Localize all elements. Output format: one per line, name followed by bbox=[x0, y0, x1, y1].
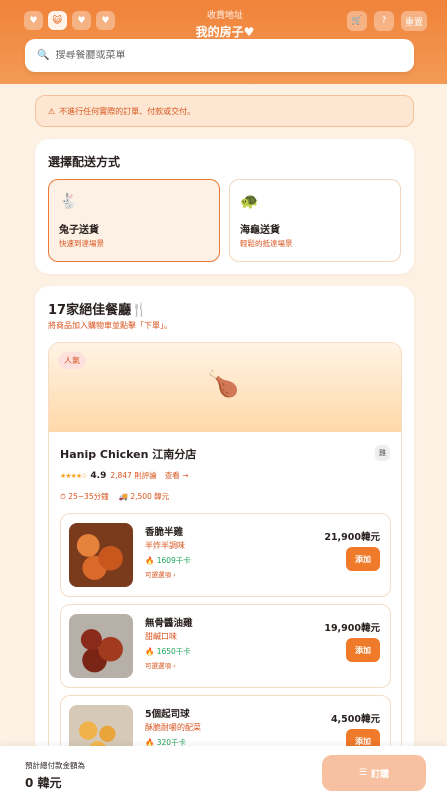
restaurant-hero: 人氣 🍗 bbox=[49, 343, 401, 432]
category-tag: 雞 bbox=[375, 445, 390, 461]
order-label: 訂購 bbox=[371, 769, 390, 780]
restaurant-section: 17家絕佳餐廳🍴 將商品加入購物車並點擊「下單」。 人氣 🍗 Hanip Chi… bbox=[35, 286, 414, 756]
rating-value: 4.9 bbox=[90, 470, 107, 481]
notice-banner: ⚠ 不進行任何實際的訂單、付款或交付。 bbox=[35, 95, 414, 127]
menu-item-desc: 甜鹹口味 bbox=[145, 632, 177, 641]
paw-icon[interactable]: ♥ bbox=[96, 11, 115, 30]
cat-icon[interactable]: 😺 bbox=[48, 11, 67, 30]
search-input[interactable] bbox=[55, 50, 376, 61]
delivery-option-turtle[interactable]: 🐢 海龜送貨 輕鬆的抵達場景 bbox=[229, 179, 401, 262]
delivery-address[interactable]: 收貨地址 我的房子♥ bbox=[150, 8, 300, 40]
order-button[interactable]: ☰ 訂購 bbox=[322, 755, 426, 791]
option-desc: 快速到達場景 bbox=[59, 239, 104, 248]
menu-item: 無骨醬油雞 甜鹹口味 🔥 1650千卡 可選選項 › 19,900韓元 添加 bbox=[60, 604, 391, 688]
delivery-fee: 🚚 2,500 韓元 bbox=[118, 492, 170, 501]
help-icon[interactable]: ? bbox=[373, 11, 394, 31]
heart-icon[interactable]: ♥ bbox=[24, 11, 43, 30]
menu-item-price: 4,500韓元 bbox=[330, 714, 380, 725]
address-title: 我的房子♥ bbox=[195, 25, 255, 39]
notice-text: 不進行任何實際的訂單、付款或交付。 bbox=[59, 106, 196, 116]
delivery-section: 選擇配送方式 🐇 兔子送貨 快速到達場景 🐢 海龜送貨 輕鬆的抵達場景 bbox=[35, 139, 414, 274]
restaurant-card[interactable]: 人氣 🍗 Hanip Chicken 江南分店 雞 ★★★★☆ 4.9 2,84… bbox=[48, 342, 402, 756]
option-name: 海龜送貨 bbox=[240, 225, 280, 236]
search-bar[interactable]: 🔍 bbox=[25, 39, 414, 72]
theme-icon-group: ♥ 😺 ♥ ♥ bbox=[24, 11, 115, 30]
menu-item: 香脆半雞 半炸半調味 🔥 1609千卡 可選選項 › 21,900韓元 添加 bbox=[60, 513, 391, 597]
menu-item-name: 香脆半雞 bbox=[145, 527, 184, 538]
menu-item-desc: 半炸半調味 bbox=[145, 541, 185, 550]
menu-item-price: 19,900韓元 bbox=[324, 623, 380, 634]
menu-item-kcal: 🔥 1609千卡 bbox=[145, 556, 191, 565]
restaurant-section-title: 17家絕佳餐廳🍴 bbox=[48, 303, 148, 318]
menu-item-options-link[interactable]: 可選選項 › bbox=[145, 569, 176, 579]
add-button[interactable]: 添加 bbox=[346, 547, 380, 571]
menu-item-image bbox=[69, 523, 133, 587]
menu-item-name: 無骨醬油雞 bbox=[145, 618, 193, 629]
star-icon: ★★★★☆ bbox=[60, 471, 87, 480]
checkout-bar: 預計總付款金額為 0 韓元 ☰ 訂購 bbox=[0, 746, 447, 800]
option-desc: 輕鬆的抵達場景 bbox=[240, 239, 293, 248]
total-amount: 0 韓元 bbox=[25, 776, 62, 790]
header-actions: 🛒 ? 重置 bbox=[346, 11, 427, 31]
menu-item-name: 5個起司球 bbox=[145, 709, 190, 720]
list-icon: ☰ bbox=[358, 768, 368, 778]
warning-icon: ⚠ bbox=[48, 106, 56, 116]
rating-row: ★★★★☆ 4.9 2,847 則評論 查看 → bbox=[60, 470, 188, 481]
cart-icon[interactable]: 🛒 bbox=[346, 11, 367, 31]
menu-item-kcal: 🔥 1650千卡 bbox=[145, 647, 191, 656]
search-icon: 🔍 bbox=[37, 50, 50, 61]
drumstick-icon: 🍗 bbox=[207, 369, 240, 399]
turtle-icon: 🐢 bbox=[240, 192, 259, 210]
option-name: 兔子送貨 bbox=[59, 225, 99, 236]
menu-item-image bbox=[69, 614, 133, 678]
menu-item-options-link[interactable]: 可選選項 › bbox=[145, 660, 176, 670]
delivery-time: ⏱ 25~35分鐘 bbox=[60, 492, 109, 501]
delivery-meta: ⏱ 25~35分鐘 🚚 2,500 韓元 bbox=[60, 491, 169, 502]
delivery-title: 選擇配送方式 bbox=[48, 155, 121, 169]
reset-button[interactable]: 重置 bbox=[400, 11, 427, 31]
review-count: 2,847 則評論 bbox=[110, 471, 157, 480]
rabbit-icon: 🐇 bbox=[59, 192, 78, 210]
total-label: 預計總付款金額為 bbox=[25, 761, 85, 770]
delivery-option-rabbit[interactable]: 🐇 兔子送貨 快速到達場景 bbox=[48, 179, 220, 262]
add-button[interactable]: 添加 bbox=[346, 638, 380, 662]
app-header: ♥ 😺 ♥ ♥ 收貨地址 我的房子♥ 🛒 ? 重置 🔍 bbox=[0, 0, 447, 84]
restaurant-section-subtitle: 將商品加入購物車並點擊「下單」。 bbox=[48, 321, 172, 330]
menu-item-price: 21,900韓元 bbox=[324, 532, 380, 543]
popular-badge: 人氣 bbox=[58, 352, 86, 369]
menu-item-desc: 酥脆耐嚼的配菜 bbox=[145, 723, 201, 732]
diamond-heart-icon[interactable]: ♥ bbox=[72, 11, 91, 30]
view-reviews-link[interactable]: 查看 → bbox=[165, 470, 189, 481]
restaurant-name: Hanip Chicken 江南分店 bbox=[60, 448, 197, 461]
address-label: 收貨地址 bbox=[206, 11, 243, 21]
